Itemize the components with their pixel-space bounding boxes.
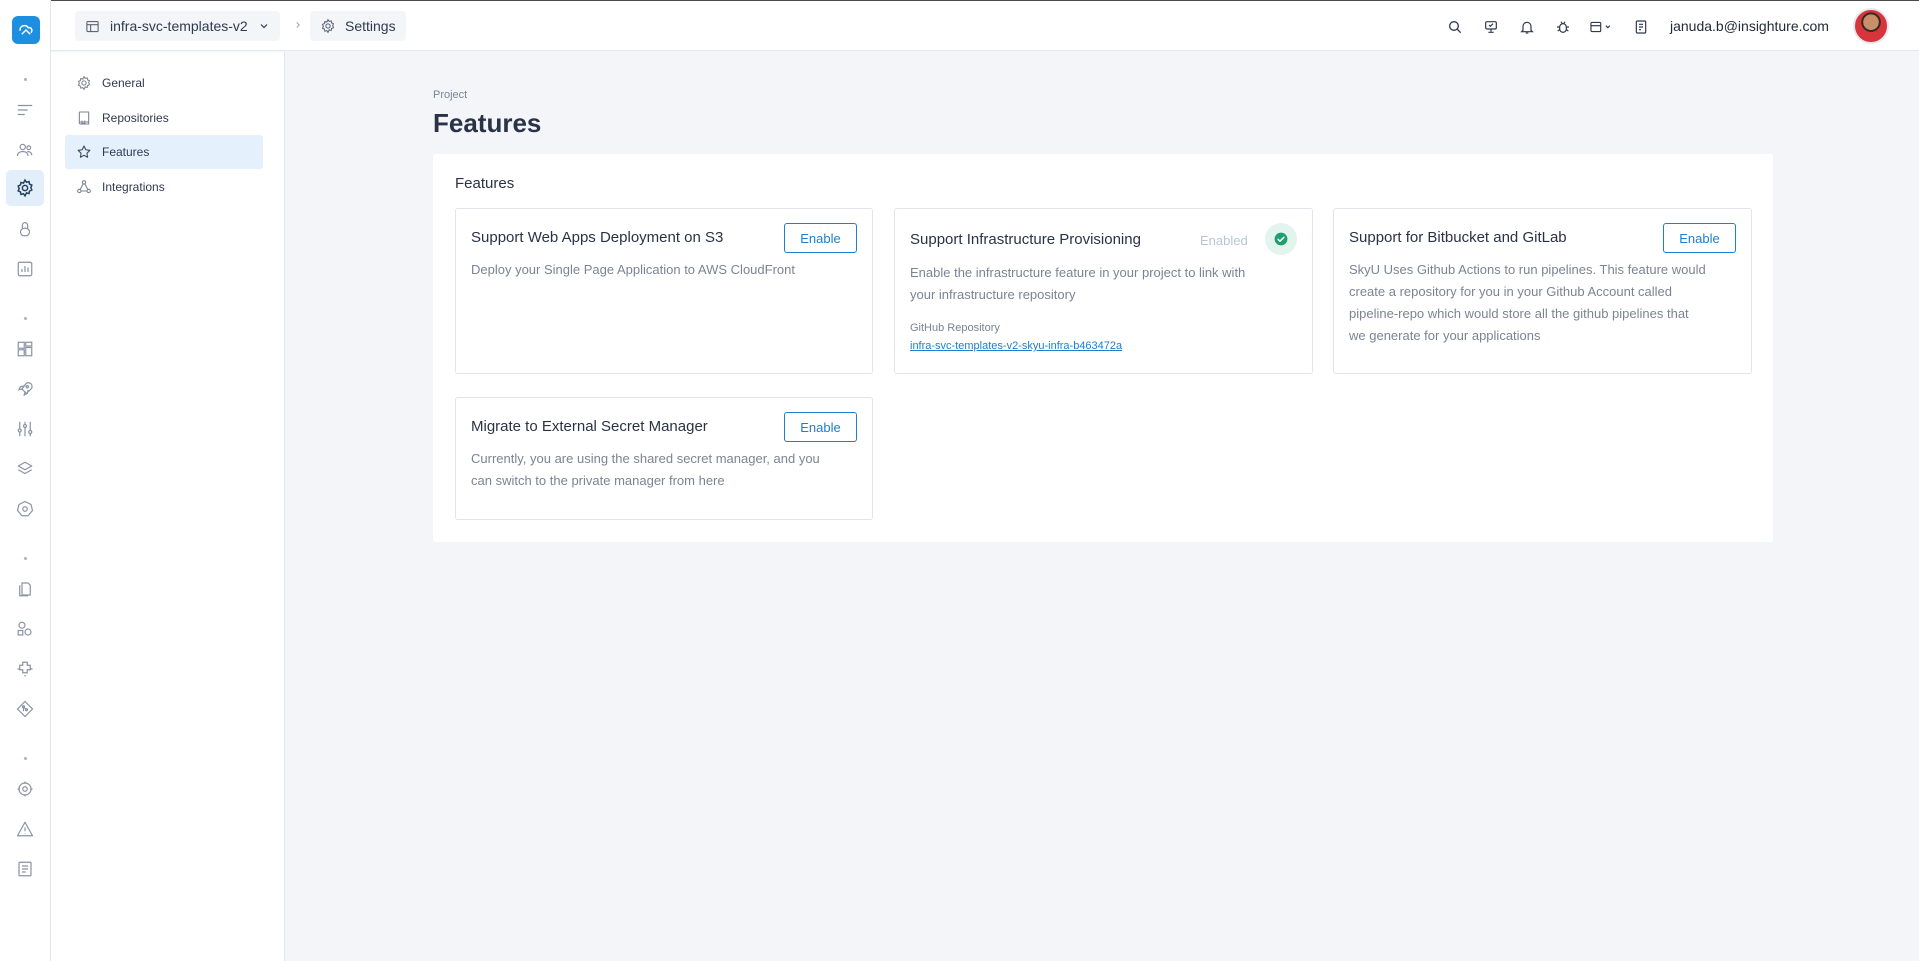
chart-icon[interactable] <box>12 256 38 282</box>
card-title: Support for Bitbucket and GitLab <box>1349 229 1567 246</box>
gear-icon <box>77 75 91 91</box>
sliders-icon[interactable] <box>12 416 38 442</box>
subnav-label: Features <box>102 145 150 159</box>
monitor-icon[interactable] <box>1481 17 1501 37</box>
documents-icon[interactable] <box>12 576 38 602</box>
warning-icon[interactable] <box>12 816 38 842</box>
repo-label: GitHub Repository <box>910 322 1000 334</box>
rail-divider <box>24 557 27 560</box>
card-title: Support Infrastructure Provisioning <box>910 231 1141 248</box>
feature-card-s3: Support Web Apps Deployment on S3 Enable… <box>455 208 873 374</box>
team-icon[interactable] <box>12 137 38 163</box>
feature-card-bitbucket-gitlab: Support for Bitbucket and GitLab Enable … <box>1333 208 1752 374</box>
lock-icon[interactable] <box>12 216 38 242</box>
card-description-line: Enable the infrastructure feature in you… <box>910 265 1246 280</box>
left-rail <box>0 0 51 961</box>
search-icon[interactable] <box>1445 17 1465 37</box>
top-bar: infra-svc-templates-v2 Settings januda.b… <box>51 0 1919 51</box>
card-description-line: can switch to the private manager from h… <box>471 473 725 488</box>
feature-card-infrastructure: Support Infrastructure Provisioning Enab… <box>894 208 1313 374</box>
chevron-down-icon <box>260 24 268 29</box>
chevron-right-icon <box>296 22 300 28</box>
bell-icon[interactable] <box>1517 17 1537 37</box>
logs-icon[interactable] <box>12 856 38 882</box>
card-description: Deploy your Single Page Application to A… <box>471 262 795 277</box>
settings-rail-icon[interactable] <box>6 170 44 206</box>
rail-divider <box>24 78 27 81</box>
calendar-dropdown-icon[interactable] <box>1587 17 1617 37</box>
subnav-label: Repositories <box>102 111 169 125</box>
card-description-line: pipeline-repo which would store all the … <box>1349 306 1689 321</box>
kubernetes-icon[interactable] <box>12 496 38 522</box>
project-icon <box>86 20 99 32</box>
integrations-icon <box>77 180 91 194</box>
subnav-item-integrations[interactable]: Integrations <box>65 170 263 204</box>
bug-icon[interactable] <box>1553 17 1573 37</box>
enabled-status: Enabled <box>1200 233 1248 248</box>
activity-icon[interactable] <box>12 97 38 123</box>
dashboard-icon[interactable] <box>12 336 38 362</box>
subnav-label: Integrations <box>102 180 165 194</box>
avatar[interactable] <box>1853 8 1889 44</box>
subnav-item-general[interactable]: General <box>65 66 263 100</box>
layers-icon[interactable] <box>12 456 38 482</box>
breadcrumb-current: Settings <box>345 18 396 34</box>
star-icon <box>77 145 91 158</box>
page-eyebrow: Project <box>433 89 468 101</box>
cog-wheel-icon[interactable] <box>12 776 38 802</box>
gear-icon <box>321 18 335 34</box>
card-description-line: we generate for your applications <box>1349 328 1541 343</box>
shapes-icon[interactable] <box>12 616 38 642</box>
project-name: infra-svc-templates-v2 <box>110 18 248 34</box>
subnav-item-repositories[interactable]: Repositories <box>65 101 263 135</box>
card-title: Support Web Apps Deployment on S3 <box>471 229 724 246</box>
puzzle-icon[interactable] <box>12 656 38 682</box>
feature-card-secret-manager: Migrate to External Secret Manager Enabl… <box>455 397 873 520</box>
app-logo[interactable] <box>12 16 40 44</box>
rail-divider <box>24 317 27 320</box>
repo-link[interactable]: infra-svc-templates-v2-skyu-infra-b46347… <box>910 340 1122 352</box>
subnav-item-features[interactable]: Features <box>65 135 263 169</box>
breadcrumb-settings[interactable]: Settings <box>310 11 406 41</box>
card-description-line: create a repository for you in your Gith… <box>1349 284 1673 299</box>
rocket-icon[interactable] <box>12 376 38 402</box>
repository-icon <box>78 111 90 125</box>
card-description-line: your infrastructure repository <box>910 287 1076 302</box>
project-selector[interactable]: infra-svc-templates-v2 <box>75 11 280 41</box>
card-description-line: SkyU Uses Github Actions to run pipeline… <box>1349 262 1706 277</box>
subnav-label: General <box>102 76 145 90</box>
enable-secret-manager-button[interactable]: Enable <box>784 412 857 442</box>
enable-bitbucket-gitlab-button[interactable]: Enable <box>1663 223 1736 253</box>
check-circle-icon <box>1265 223 1297 255</box>
rail-divider <box>24 757 27 760</box>
git-icon[interactable] <box>12 696 38 722</box>
docs-icon[interactable] <box>1631 17 1651 37</box>
card-description-line: Currently, you are using the shared secr… <box>471 451 820 466</box>
page-title: Features <box>433 108 542 138</box>
panel-title: Features <box>455 175 515 192</box>
card-title: Migrate to External Secret Manager <box>471 418 708 435</box>
enable-s3-button[interactable]: Enable <box>784 223 857 253</box>
user-email[interactable]: januda.b@insighture.com <box>1670 18 1829 34</box>
features-panel: Features Support Web Apps Deployment on … <box>433 154 1773 542</box>
settings-subnav: General Repositories Features Integratio… <box>51 52 285 961</box>
